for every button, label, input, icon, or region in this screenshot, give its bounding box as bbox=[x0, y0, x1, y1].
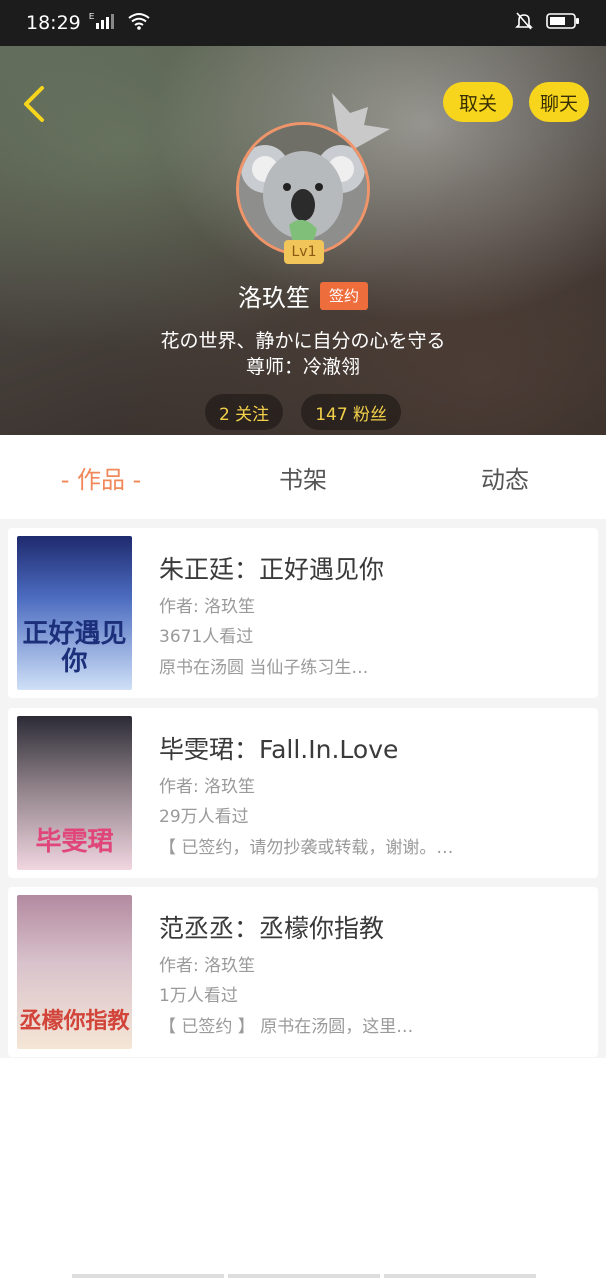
book-cover: 毕雯珺 bbox=[17, 716, 132, 870]
profile-header: 取关 聊天 Lv1 洛玖笙 签约 花の世界、静かに自分の心を守る 尊师：冷澈翎 … bbox=[0, 46, 606, 435]
signed-badge: 签约 bbox=[319, 281, 368, 310]
status-bar: 18:29 E bbox=[0, 0, 606, 46]
work-desc: 原书在汤圆 当仙子练习生… bbox=[159, 658, 369, 678]
tab-bookshelf[interactable]: 书架 bbox=[202, 460, 404, 495]
cover-title: 丞檬你指教 bbox=[19, 1008, 130, 1034]
koala-avatar-image bbox=[239, 125, 367, 253]
book-cover: 丞檬你指教 bbox=[17, 895, 132, 1049]
level-badge: Lv1 bbox=[284, 240, 324, 264]
mentor-text: 尊师：冷澈翎 bbox=[245, 356, 360, 378]
list-item[interactable]: 正好遇见你 朱正廷：正好遇见你 作者: 洛玖笙 3671人看过 原书在汤圆 当仙… bbox=[8, 528, 598, 698]
list-item[interactable]: 丞檬你指教 范丞丞：丞檬你指教 作者: 洛玖笙 1万人看过 【 已签约 】 原书… bbox=[8, 887, 598, 1057]
chat-button[interactable]: 聊天 bbox=[529, 82, 589, 122]
work-views: 3671人看过 bbox=[159, 627, 254, 647]
work-title: 范丞丞：丞檬你指教 bbox=[159, 914, 385, 943]
tab-activity[interactable]: 动态 bbox=[404, 460, 606, 495]
following-count[interactable]: 2 关注 bbox=[204, 394, 284, 430]
work-author: 作者: 洛玖笙 bbox=[159, 597, 256, 617]
chevron-left-icon bbox=[24, 86, 44, 122]
tab-bar: - 作品 - 书架 动态 bbox=[0, 435, 606, 519]
mute-icon bbox=[514, 11, 534, 36]
work-author: 作者: 洛玖笙 bbox=[159, 777, 256, 797]
works-list: 正好遇见你 朱正廷：正好遇见你 作者: 洛玖笙 3671人看过 原书在汤圆 当仙… bbox=[0, 519, 606, 1058]
user-name: 洛玖笙 bbox=[237, 284, 310, 312]
fans-count[interactable]: 147 粉丝 bbox=[301, 394, 402, 430]
bio-text: 花の世界、静かに自分の心を守る bbox=[160, 330, 446, 352]
work-views: 1万人看过 bbox=[159, 986, 238, 1006]
cover-title: 正好遇见你 bbox=[22, 619, 127, 677]
status-time: 18:29 bbox=[26, 12, 81, 34]
work-title: 朱正廷：正好遇见你 bbox=[159, 555, 385, 584]
book-cover: 正好遇见你 bbox=[17, 536, 132, 690]
work-desc: 【 已签约，请勿抄袭或转载，谢谢。… bbox=[159, 838, 454, 858]
avatar[interactable] bbox=[236, 122, 370, 256]
work-views: 29万人看过 bbox=[159, 807, 249, 827]
list-item[interactable]: 毕雯珺 毕雯珺：Fall.In.Love 作者: 洛玖笙 29万人看过 【 已签… bbox=[8, 708, 598, 878]
cover-title: 毕雯珺 bbox=[35, 827, 114, 857]
tab-works[interactable]: - 作品 - bbox=[0, 460, 202, 495]
back-button[interactable] bbox=[16, 82, 52, 126]
wifi-icon bbox=[127, 12, 151, 35]
work-desc: 【 已签约 】 原书在汤圆，这里… bbox=[159, 1017, 414, 1037]
work-title: 毕雯珺：Fall.In.Love bbox=[159, 735, 399, 764]
gesture-bar bbox=[72, 1274, 536, 1278]
unfollow-button[interactable]: 取关 bbox=[443, 82, 513, 122]
battery-icon bbox=[546, 12, 580, 35]
work-author: 作者: 洛玖笙 bbox=[159, 956, 256, 976]
signal-icon: E bbox=[89, 12, 119, 35]
svg-text:E: E bbox=[89, 12, 94, 21]
